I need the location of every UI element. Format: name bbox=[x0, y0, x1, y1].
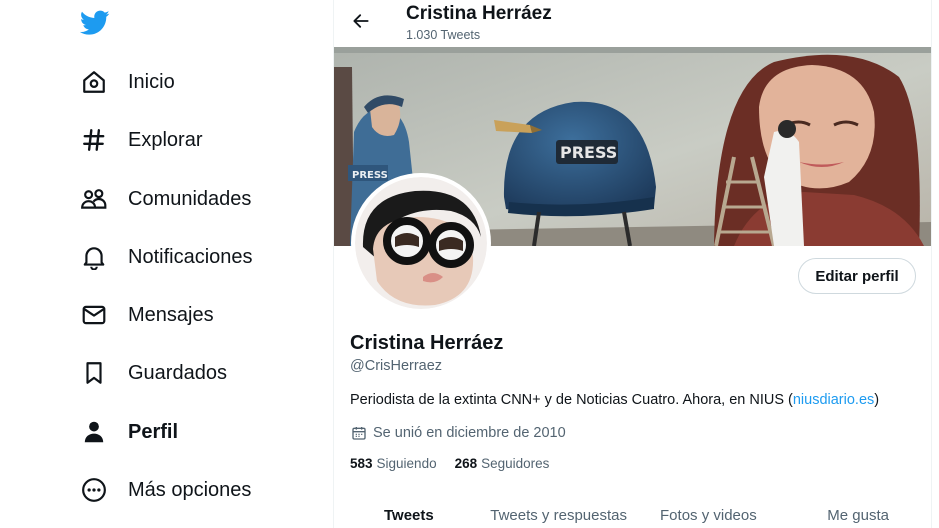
joined-text: Se unió en diciembre de 2010 bbox=[373, 425, 566, 441]
twitter-bird-icon[interactable] bbox=[78, 6, 112, 40]
profile-header: Cristina Herráez 1.030 Tweets bbox=[334, 0, 931, 47]
more-circle-icon bbox=[78, 474, 110, 506]
sidebar-item-label: Explorar bbox=[128, 128, 203, 151]
bookmark-icon bbox=[78, 357, 110, 389]
sidebar-item-perfil[interactable]: Perfil bbox=[78, 408, 178, 456]
profile-bio: Periodista de la extinta CNN+ y de Notic… bbox=[350, 392, 879, 408]
sidebar-item-label: Perfil bbox=[128, 420, 179, 443]
avatar[interactable] bbox=[351, 173, 491, 313]
sidebar-item-guardados[interactable]: Guardados bbox=[78, 349, 227, 397]
sidebar-item-notificaciones[interactable]: Notificaciones bbox=[78, 233, 253, 281]
person-icon bbox=[78, 416, 110, 448]
calendar-icon bbox=[350, 424, 368, 442]
joined-date: Se unió en diciembre de 2010 bbox=[350, 424, 566, 442]
header-title: Cristina Herráez bbox=[406, 3, 552, 24]
sidebar-item-mensajes[interactable]: Mensajes bbox=[78, 291, 214, 339]
sidebar-item-explorar[interactable]: Explorar bbox=[78, 116, 202, 164]
sidebar-item-mas-opciones[interactable]: Más opciones bbox=[78, 466, 251, 514]
sidebar-item-label: Guardados bbox=[128, 361, 227, 384]
bio-text: Periodista de la extinta CNN+ y de Notic… bbox=[350, 392, 793, 408]
sidebar-item-label: Más opciones bbox=[128, 478, 252, 501]
sidebar-item-label: Notificaciones bbox=[128, 245, 253, 268]
tab-me-gusta[interactable]: Me gusta bbox=[783, 496, 931, 528]
svg-text:PRESS: PRESS bbox=[560, 143, 617, 162]
envelope-icon bbox=[78, 299, 110, 331]
communities-icon bbox=[78, 183, 110, 215]
follow-stats: 583 Siguiendo 268 Seguidores bbox=[350, 456, 567, 471]
profile-name: Cristina Herráez bbox=[350, 332, 504, 354]
followers-label: Seguidores bbox=[481, 456, 550, 471]
followers-link[interactable]: 268 Seguidores bbox=[455, 456, 550, 471]
tab-tweets[interactable]: Tweets bbox=[334, 496, 484, 528]
edit-profile-button[interactable]: Editar perfil bbox=[798, 258, 916, 294]
sidebar-item-comunidades[interactable]: Comunidades bbox=[78, 175, 251, 223]
sidebar-item-inicio[interactable]: Inicio bbox=[78, 58, 175, 106]
profile-tabs: Tweets Tweets y respuestas Fotos y video… bbox=[334, 496, 931, 528]
svg-text:PRESS: PRESS bbox=[352, 170, 388, 181]
sidebar-item-label: Inicio bbox=[128, 70, 175, 93]
tab-tweets-y-respuestas[interactable]: Tweets y respuestas bbox=[484, 496, 634, 528]
sidebar-nav: Inicio Explorar Comunidades Notificacion… bbox=[0, 0, 333, 528]
tweet-count: 1.030 Tweets bbox=[406, 28, 481, 42]
bio-link[interactable]: niusdiario.es bbox=[793, 392, 874, 408]
followers-count: 268 bbox=[454, 456, 478, 471]
bell-icon bbox=[78, 241, 110, 273]
bio-end: ) bbox=[874, 392, 880, 408]
sidebar-item-label: Mensajes bbox=[128, 303, 214, 326]
sidebar-item-label: Comunidades bbox=[128, 187, 252, 210]
following-label: Siguiendo bbox=[376, 456, 437, 471]
following-count: 583 bbox=[350, 456, 373, 471]
arrow-left-icon[interactable] bbox=[346, 6, 376, 36]
tab-fotos-y-videos[interactable]: Fotos y videos bbox=[634, 496, 784, 528]
profile-column: Cristina Herráez 1.030 Tweets PRESS PRES… bbox=[333, 0, 932, 528]
following-link[interactable]: 583 Siguiendo bbox=[350, 456, 437, 471]
hashtag-icon bbox=[78, 124, 110, 156]
profile-handle: @CrisHerraez bbox=[350, 358, 443, 374]
home-icon bbox=[78, 66, 110, 98]
